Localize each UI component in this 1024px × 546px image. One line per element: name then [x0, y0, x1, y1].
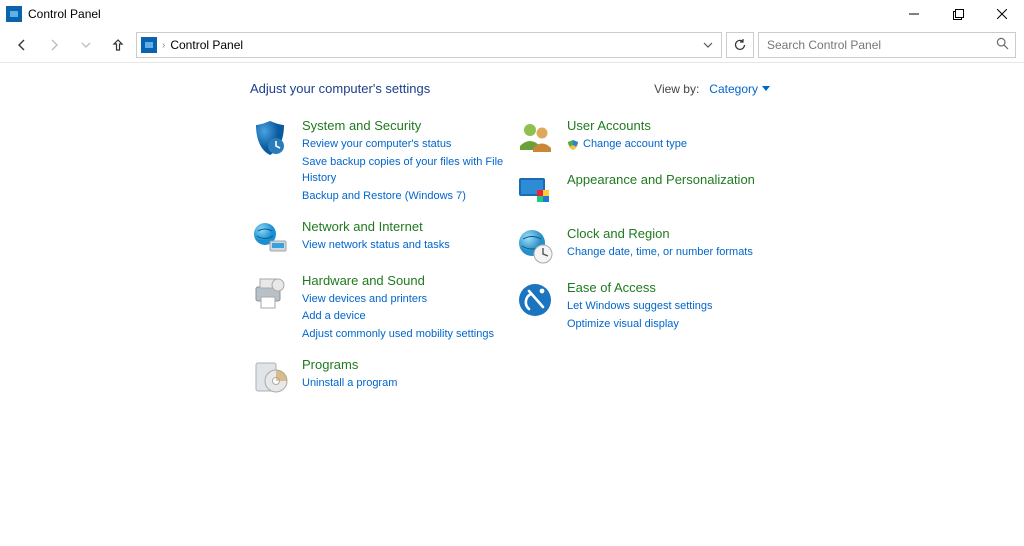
sublink[interactable]: Backup and Restore (Windows 7) [302, 189, 505, 205]
sublink[interactable]: Uninstall a program [302, 376, 397, 392]
category-link-hardware[interactable]: Hardware and Sound [302, 273, 494, 290]
back-button[interactable] [8, 32, 36, 58]
globe-network-icon [250, 219, 290, 259]
uac-shield-icon [567, 139, 579, 151]
window-title: Control Panel [28, 7, 101, 21]
sublink[interactable]: Change account type [567, 137, 687, 153]
address-bar[interactable]: › Control Panel [136, 32, 722, 58]
category-hardware: Hardware and Sound View devices and prin… [250, 273, 505, 344]
address-bar-icon [141, 37, 157, 53]
minimize-button[interactable] [892, 0, 936, 28]
category-link-users[interactable]: User Accounts [567, 118, 687, 135]
category-ease-of-access: Ease of Access Let Windows suggest setti… [515, 280, 770, 333]
up-button[interactable] [104, 32, 132, 58]
view-by-value: Category [709, 82, 758, 96]
sublink-label: Change account type [583, 137, 687, 153]
category-user-accounts: User Accounts Change account type [515, 118, 770, 158]
category-link-system[interactable]: System and Security [302, 118, 505, 135]
refresh-button[interactable] [726, 32, 754, 58]
sublink[interactable]: Review your computer's status [302, 137, 505, 153]
category-appearance: Appearance and Personalization [515, 172, 770, 212]
close-button[interactable] [980, 0, 1024, 28]
breadcrumb-text[interactable]: Control Panel [170, 38, 695, 52]
category-clock-region: Clock and Region Change date, time, or n… [515, 226, 770, 266]
forward-button[interactable] [40, 32, 68, 58]
content-area: Adjust your computer's settings View by:… [0, 63, 1024, 397]
view-by-label: View by: [654, 82, 699, 96]
category-link-clock[interactable]: Clock and Region [567, 226, 753, 243]
sublink[interactable]: Add a device [302, 309, 494, 325]
printer-icon [250, 273, 290, 313]
title-bar: Control Panel [0, 0, 1024, 28]
monitor-swatch-icon [515, 172, 555, 212]
nav-bar: › Control Panel [0, 28, 1024, 62]
category-column-right: User Accounts Change account type [515, 118, 770, 397]
control-panel-icon [6, 6, 22, 22]
sublink[interactable]: Change date, time, or number formats [567, 245, 753, 261]
search-box[interactable] [758, 32, 1016, 58]
category-system-security: System and Security Review your computer… [250, 118, 505, 205]
category-network: Network and Internet View network status… [250, 219, 505, 259]
disc-box-icon [250, 357, 290, 397]
search-input[interactable] [765, 37, 996, 53]
sublink[interactable]: Save backup copies of your files with Fi… [302, 155, 505, 187]
breadcrumb-separator-icon: › [161, 40, 166, 51]
address-history-button[interactable] [699, 40, 717, 50]
category-link-ease[interactable]: Ease of Access [567, 280, 713, 297]
clock-globe-icon [515, 226, 555, 266]
view-by-dropdown[interactable]: Category [709, 82, 770, 96]
category-link-appearance[interactable]: Appearance and Personalization [567, 172, 755, 189]
ease-of-access-icon [515, 280, 555, 320]
page-title: Adjust your computer's settings [250, 81, 430, 96]
search-icon[interactable] [996, 37, 1009, 53]
category-link-network[interactable]: Network and Internet [302, 219, 450, 236]
sublink[interactable]: View network status and tasks [302, 238, 450, 254]
sublink[interactable]: Adjust commonly used mobility settings [302, 327, 494, 343]
category-programs: Programs Uninstall a program [250, 357, 505, 397]
category-link-programs[interactable]: Programs [302, 357, 397, 374]
category-column-left: System and Security Review your computer… [250, 118, 505, 397]
maximize-button[interactable] [936, 0, 980, 28]
sublink[interactable]: Optimize visual display [567, 317, 713, 333]
sublink[interactable]: View devices and printers [302, 292, 494, 308]
view-by-control: View by: Category [654, 82, 770, 96]
sublink[interactable]: Let Windows suggest settings [567, 299, 713, 315]
users-icon [515, 118, 555, 158]
recent-locations-button[interactable] [72, 32, 100, 58]
shield-icon [250, 118, 290, 158]
